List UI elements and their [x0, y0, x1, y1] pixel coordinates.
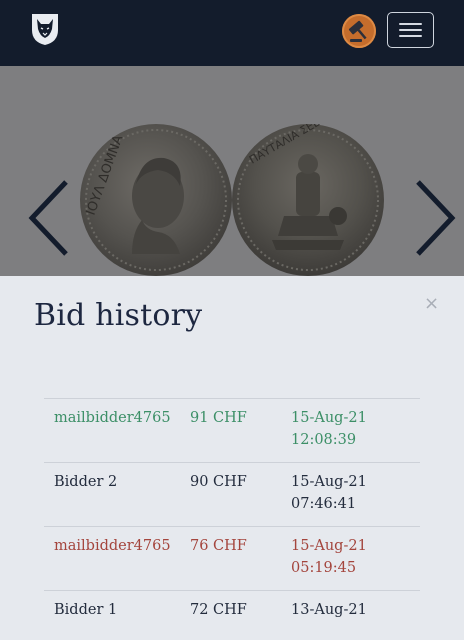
bid-time: 05:19:45 [291, 560, 357, 576]
bid-date: 13-Aug-21 [291, 602, 367, 618]
carousel-prev-chevron-icon[interactable] [26, 178, 72, 262]
bid-timestamp: 15-Aug-21 05:19:45 [291, 535, 367, 579]
bid-timestamp: 13-Aug-21 [291, 599, 367, 621]
auction-page: ΙΟΥΛ ΔΟΜΝΑ ΠΑΥΤΑΛΙΑ ΣΕΒΗΡΟΥ Bid history … [0, 0, 464, 640]
bid-history-table: mailbidder4765 91 CHF 15-Aug-21 12:08:39… [44, 398, 420, 640]
bid-amount: 91 CHF [190, 410, 247, 426]
coin-obverse-legend: ΙΟΥΛ ΔΟΜΝΑ [84, 133, 127, 217]
bid-row: mailbidder4765 76 CHF 15-Aug-21 05:19:45 [44, 526, 420, 590]
menu-bar [399, 23, 422, 25]
lot-image-carousel: ΙΟΥΛ ΔΟΜΝΑ ΠΑΥΤΑΛΙΑ ΣΕΒΗΡΟΥ [0, 66, 464, 276]
bid-date: 15-Aug-21 [291, 410, 367, 426]
gavel-icon[interactable] [342, 14, 376, 48]
bid-time: 12:08:39 [291, 432, 357, 448]
bid-timestamp: 15-Aug-21 07:46:41 [291, 471, 367, 515]
bid-amount: 72 CHF [190, 602, 247, 618]
coin-reverse-legend: ΠΑΥΤΑΛΙΑ ΣΕΒΗΡΟΥ [247, 124, 349, 167]
bid-history-modal: Bid history × mailbidder4765 91 CHF 15-A… [0, 276, 464, 640]
close-modal-button[interactable]: × [424, 294, 439, 314]
bid-timestamp: 15-Aug-21 12:08:39 [291, 407, 367, 451]
bid-time: 07:46:41 [291, 496, 357, 512]
hamburger-menu-button[interactable] [387, 12, 434, 48]
bid-row: mailbidder4765 91 CHF 15-Aug-21 12:08:39 [44, 398, 420, 462]
carousel-next-chevron-icon[interactable] [412, 178, 458, 262]
coin-reverse-image: ΠΑΥΤΑΛΙΑ ΣΕΒΗΡΟΥ [232, 124, 384, 276]
bid-date: 15-Aug-21 [291, 538, 367, 554]
bidder-name: mailbidder4765 [54, 410, 171, 426]
bid-row: Bidder 1 72 CHF 13-Aug-21 [44, 590, 420, 640]
bidder-name: Bidder 2 [54, 474, 118, 490]
bidder-name: Bidder 1 [54, 602, 118, 618]
bid-amount: 76 CHF [190, 538, 247, 554]
modal-title: Bid history [34, 298, 203, 333]
bid-row: Bidder 2 90 CHF 15-Aug-21 07:46:41 [44, 462, 420, 526]
menu-bar [399, 29, 422, 31]
bid-amount: 90 CHF [190, 474, 247, 490]
bidder-name: mailbidder4765 [54, 538, 171, 554]
top-navbar [0, 0, 464, 66]
panther-logo-icon[interactable] [30, 12, 60, 46]
coin-obverse-image: ΙΟΥΛ ΔΟΜΝΑ [80, 124, 232, 276]
menu-bar [399, 35, 422, 37]
bid-date: 15-Aug-21 [291, 474, 367, 490]
